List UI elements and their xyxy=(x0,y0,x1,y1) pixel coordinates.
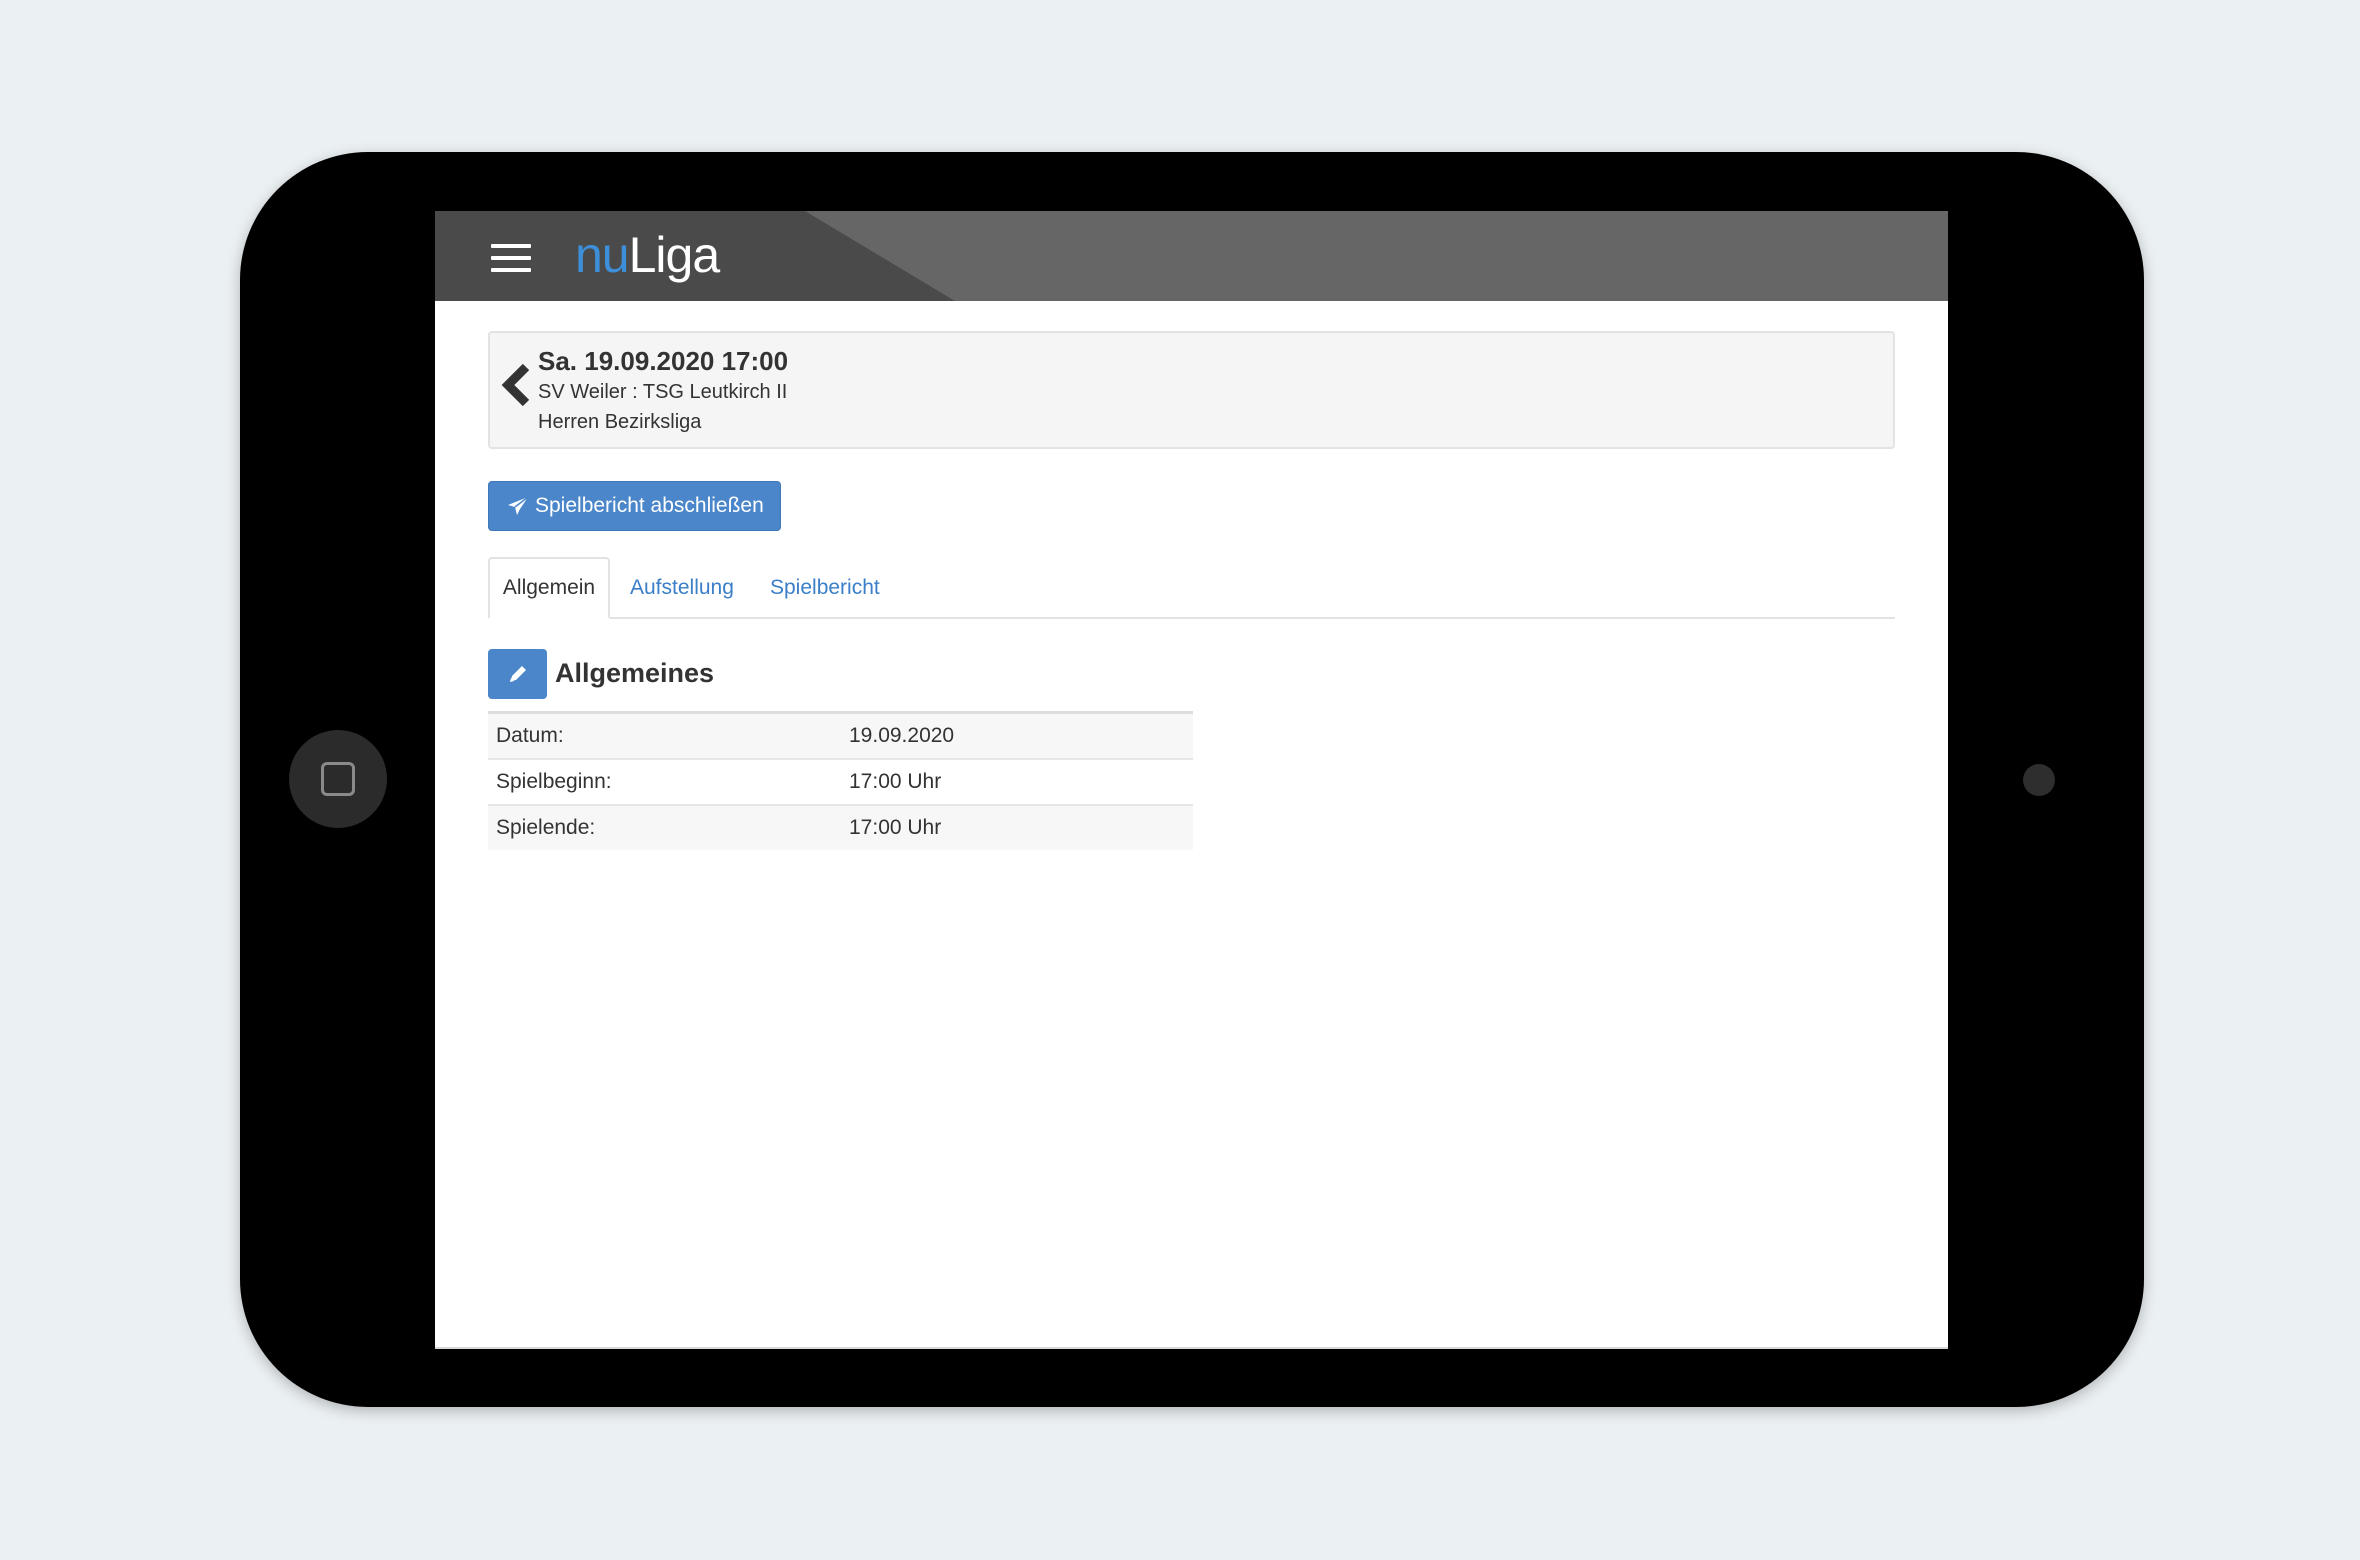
tab-allgemein[interactable]: Allgemein xyxy=(488,557,610,619)
match-date-title: Sa. 19.09.2020 17:00 xyxy=(538,346,789,376)
home-button[interactable] xyxy=(289,730,387,828)
tablet-frame: nuLiga Sa. 19.09.2020 17:00 SV Weiler : … xyxy=(240,152,2144,1407)
match-teams: SV Weiler : TSG Leutkirch II xyxy=(538,381,788,403)
paper-plane-icon xyxy=(508,496,529,515)
edit-button[interactable] xyxy=(488,649,547,699)
detail-label: Datum: xyxy=(496,724,564,747)
table-row: Datum: 19.09.2020 xyxy=(488,714,1193,760)
home-square-icon xyxy=(321,762,355,796)
detail-label: Spielbeginn: xyxy=(496,770,612,793)
details-table: Datum: 19.09.2020 Spielbeginn: 17:00 Uhr… xyxy=(488,711,1193,850)
tab-aufstellung[interactable]: Aufstellung xyxy=(630,557,734,619)
logo-liga: Liga xyxy=(628,227,721,283)
table-row: Spielbeginn: 17:00 Uhr xyxy=(488,760,1193,806)
nuliga-logo[interactable]: nuLiga xyxy=(575,225,721,285)
detail-value: 17:00 Uhr xyxy=(849,816,942,839)
detail-label: Spielende: xyxy=(496,816,596,839)
table-row: Spielende: 17:00 Uhr xyxy=(488,806,1193,850)
app-screen: nuLiga Sa. 19.09.2020 17:00 SV Weiler : … xyxy=(435,211,1948,1349)
hamburger-menu-icon[interactable] xyxy=(491,244,531,272)
detail-value: 17:00 Uhr xyxy=(849,770,942,793)
tab-bar: Allgemein Aufstellung Spielbericht xyxy=(488,557,1895,619)
detail-value: 19.09.2020 xyxy=(849,724,955,747)
tab-spielbericht[interactable]: Spielbericht xyxy=(770,557,880,619)
screen-bottom-divider xyxy=(435,1347,1948,1349)
match-league: Herren Bezirksliga xyxy=(538,411,702,433)
submit-report-label: Spielbericht abschließen xyxy=(535,494,764,517)
camera xyxy=(2023,764,2055,796)
pencil-icon xyxy=(509,666,526,682)
section-title: Allgemeines xyxy=(555,658,715,688)
logo-nu: nu xyxy=(575,227,630,283)
match-header-panel: Sa. 19.09.2020 17:00 SV Weiler : TSG Leu… xyxy=(488,331,1895,449)
chevron-left-icon[interactable] xyxy=(500,363,534,407)
submit-report-button[interactable]: Spielbericht abschließen xyxy=(488,481,781,531)
top-navbar: nuLiga xyxy=(435,211,1948,301)
